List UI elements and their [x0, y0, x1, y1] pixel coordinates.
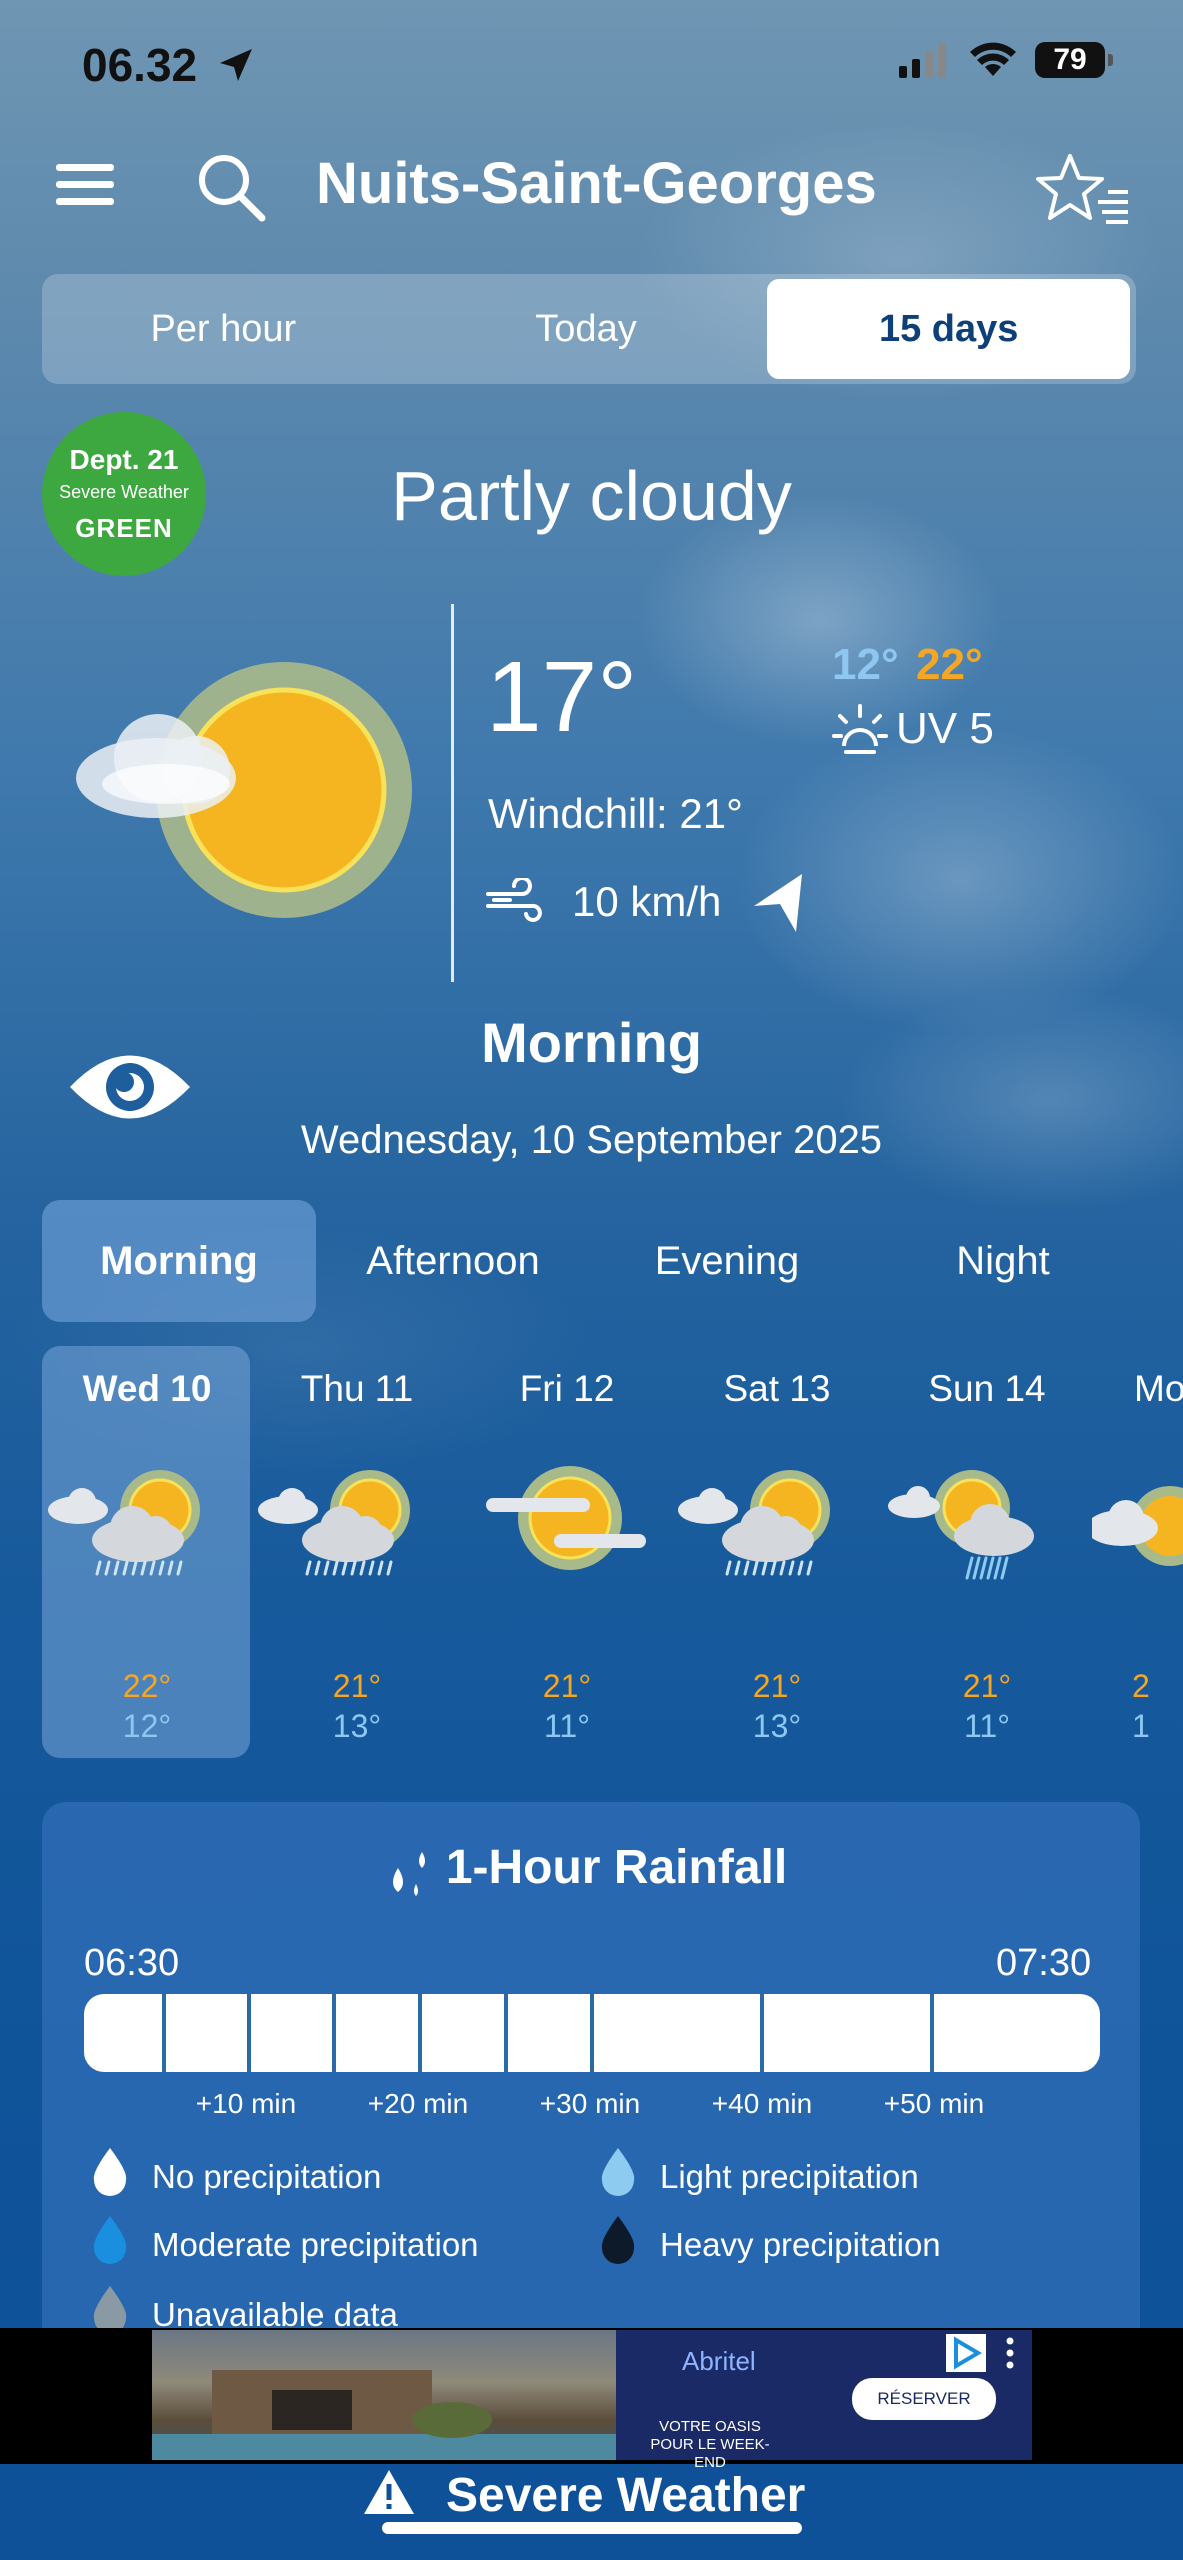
day-low-temp: 13° — [752, 1708, 802, 1744]
day-low-temp: 13° — [332, 1708, 382, 1744]
battery-icon: 79 — [1035, 42, 1113, 78]
search-icon — [199, 155, 266, 222]
day-forecast[interactable]: Sun 14 21° 11° — [882, 1346, 1092, 1758]
day-forecast[interactable]: Sat 13 21° 13° — [672, 1346, 882, 1758]
day-forecast[interactable]: Wed 10 22° 12° — [42, 1346, 252, 1758]
warning-icon — [362, 2468, 416, 2521]
wind-icon — [486, 876, 542, 929]
signal-icon — [899, 43, 946, 78]
day-low-temp: 11° — [543, 1708, 590, 1744]
location-arrow-icon — [219, 49, 252, 81]
sun-cloud-rain-icon — [42, 1466, 252, 1586]
ad-book-button[interactable]: RÉSERVER — [852, 2378, 996, 2420]
period-title: Morning — [481, 1011, 702, 1074]
day-low-temp: 11° — [963, 1708, 1010, 1744]
tab-today[interactable]: Today — [405, 308, 768, 351]
temp-min: 12° — [832, 640, 899, 689]
status-time: 06.32 — [82, 38, 256, 92]
tick-50: +50 min — [883, 2088, 985, 2119]
legend-heavy: Heavy precipitation — [660, 2226, 941, 2263]
tab-per-hour[interactable]: Per hour — [42, 308, 405, 351]
period-tab-evening[interactable]: Evening — [590, 1200, 864, 1322]
day-name: Fri 12 — [519, 1368, 615, 1409]
day-forecast[interactable]: Fri 12 21° 11° — [462, 1346, 672, 1758]
day-name: Mo — [1134, 1368, 1183, 1409]
condition-text: Partly cloudy — [391, 457, 792, 535]
rainfall-title: 1-Hour Rainfall — [445, 1841, 788, 1894]
ad-image[interactable] — [152, 2330, 616, 2460]
severe-weather-link[interactable]: Severe Weather — [446, 2468, 805, 2523]
city-title[interactable]: Nuits-Saint-Georges — [316, 150, 877, 217]
legend-none: No precipitation — [152, 2158, 382, 2195]
tick-20: +20 min — [367, 2088, 469, 2119]
drop-white-icon — [93, 2148, 127, 2196]
day-low-temp: 12° — [122, 1708, 172, 1744]
day-high-temp: 21° — [542, 1668, 592, 1704]
legend-light: Light precipitation — [660, 2158, 919, 2195]
drop-moderate-icon — [93, 2216, 127, 2264]
drop-heavy-icon — [601, 2216, 635, 2264]
temp-max: 22° — [916, 640, 983, 689]
period-tab-afternoon[interactable]: Afternoon — [316, 1200, 590, 1322]
sun-cloud-icon — [1092, 1466, 1183, 1586]
day-high-temp: 22° — [122, 1668, 172, 1704]
day-name: Wed 10 — [82, 1368, 212, 1409]
period-tab-night[interactable]: Night — [864, 1200, 1142, 1322]
adchoices-icon[interactable] — [946, 2334, 1030, 2377]
day-low-temp: 1 — [1132, 1708, 1150, 1744]
day-high-temp: 2 — [1132, 1668, 1150, 1704]
divider — [451, 604, 454, 982]
day-high-temp: 21° — [962, 1668, 1012, 1704]
ad-brand: Abritel — [682, 2346, 756, 2376]
star-list-icon — [1036, 154, 1128, 224]
day-name: Sun 14 — [928, 1368, 1046, 1409]
day-high-temp: 21° — [752, 1668, 802, 1704]
legend-moderate: Moderate precipitation — [152, 2226, 479, 2263]
uv-icon — [832, 702, 888, 761]
tick-40: +40 min — [711, 2088, 813, 2119]
day-name: Thu 11 — [300, 1368, 414, 1409]
ad-tagline: VOTRE OASIS POUR LE WEEK-END — [650, 2418, 770, 2471]
partly-cloudy-icon — [66, 660, 426, 935]
period-tab-morning[interactable]: Morning — [42, 1200, 316, 1322]
drop-unavailable-icon — [93, 2286, 127, 2334]
hamburger-icon — [56, 164, 114, 205]
sun-cloud-rain-icon — [252, 1466, 462, 1586]
search-button[interactable] — [196, 152, 268, 229]
period-date: Wednesday, 10 September 2025 — [300, 1118, 883, 1162]
drop-light-icon — [601, 2148, 635, 2196]
uv-index: UV 5 — [896, 704, 994, 753]
day-high-temp: 21° — [332, 1668, 382, 1704]
tick-10: +10 min — [195, 2088, 297, 2119]
rainfall-bar — [84, 1994, 1100, 2072]
tick-30: +30 min — [539, 2088, 641, 2119]
menu-button[interactable] — [54, 160, 116, 215]
sun-haze-icon — [462, 1466, 672, 1586]
favorites-button[interactable] — [1036, 152, 1130, 231]
wind-speed: 10 km/h — [572, 878, 722, 925]
wind-direction-icon — [750, 870, 806, 939]
view-tabs: Per hour Today 15 days — [42, 274, 1136, 384]
sun-cloud-rain-icon — [672, 1466, 882, 1586]
status-indicators: 79 — [899, 42, 1113, 78]
sun-cloud-showers-icon — [882, 1466, 1092, 1586]
rainfall-start: 06:30 — [84, 1942, 180, 1984]
day-forecast[interactable]: Thu 11 21° 13° — [252, 1346, 462, 1758]
day-name: Sat 13 — [723, 1368, 831, 1409]
wifi-icon — [970, 42, 1016, 76]
tab-15-days[interactable]: 15 days — [767, 279, 1131, 379]
day-forecast[interactable]: Mo 2 1 — [1092, 1346, 1183, 1758]
rainfall-end: 07:30 — [996, 1942, 1092, 1984]
current-temp: 17° — [486, 641, 638, 753]
home-indicator — [382, 2522, 802, 2534]
windchill: Windchill: 21° — [488, 790, 743, 837]
